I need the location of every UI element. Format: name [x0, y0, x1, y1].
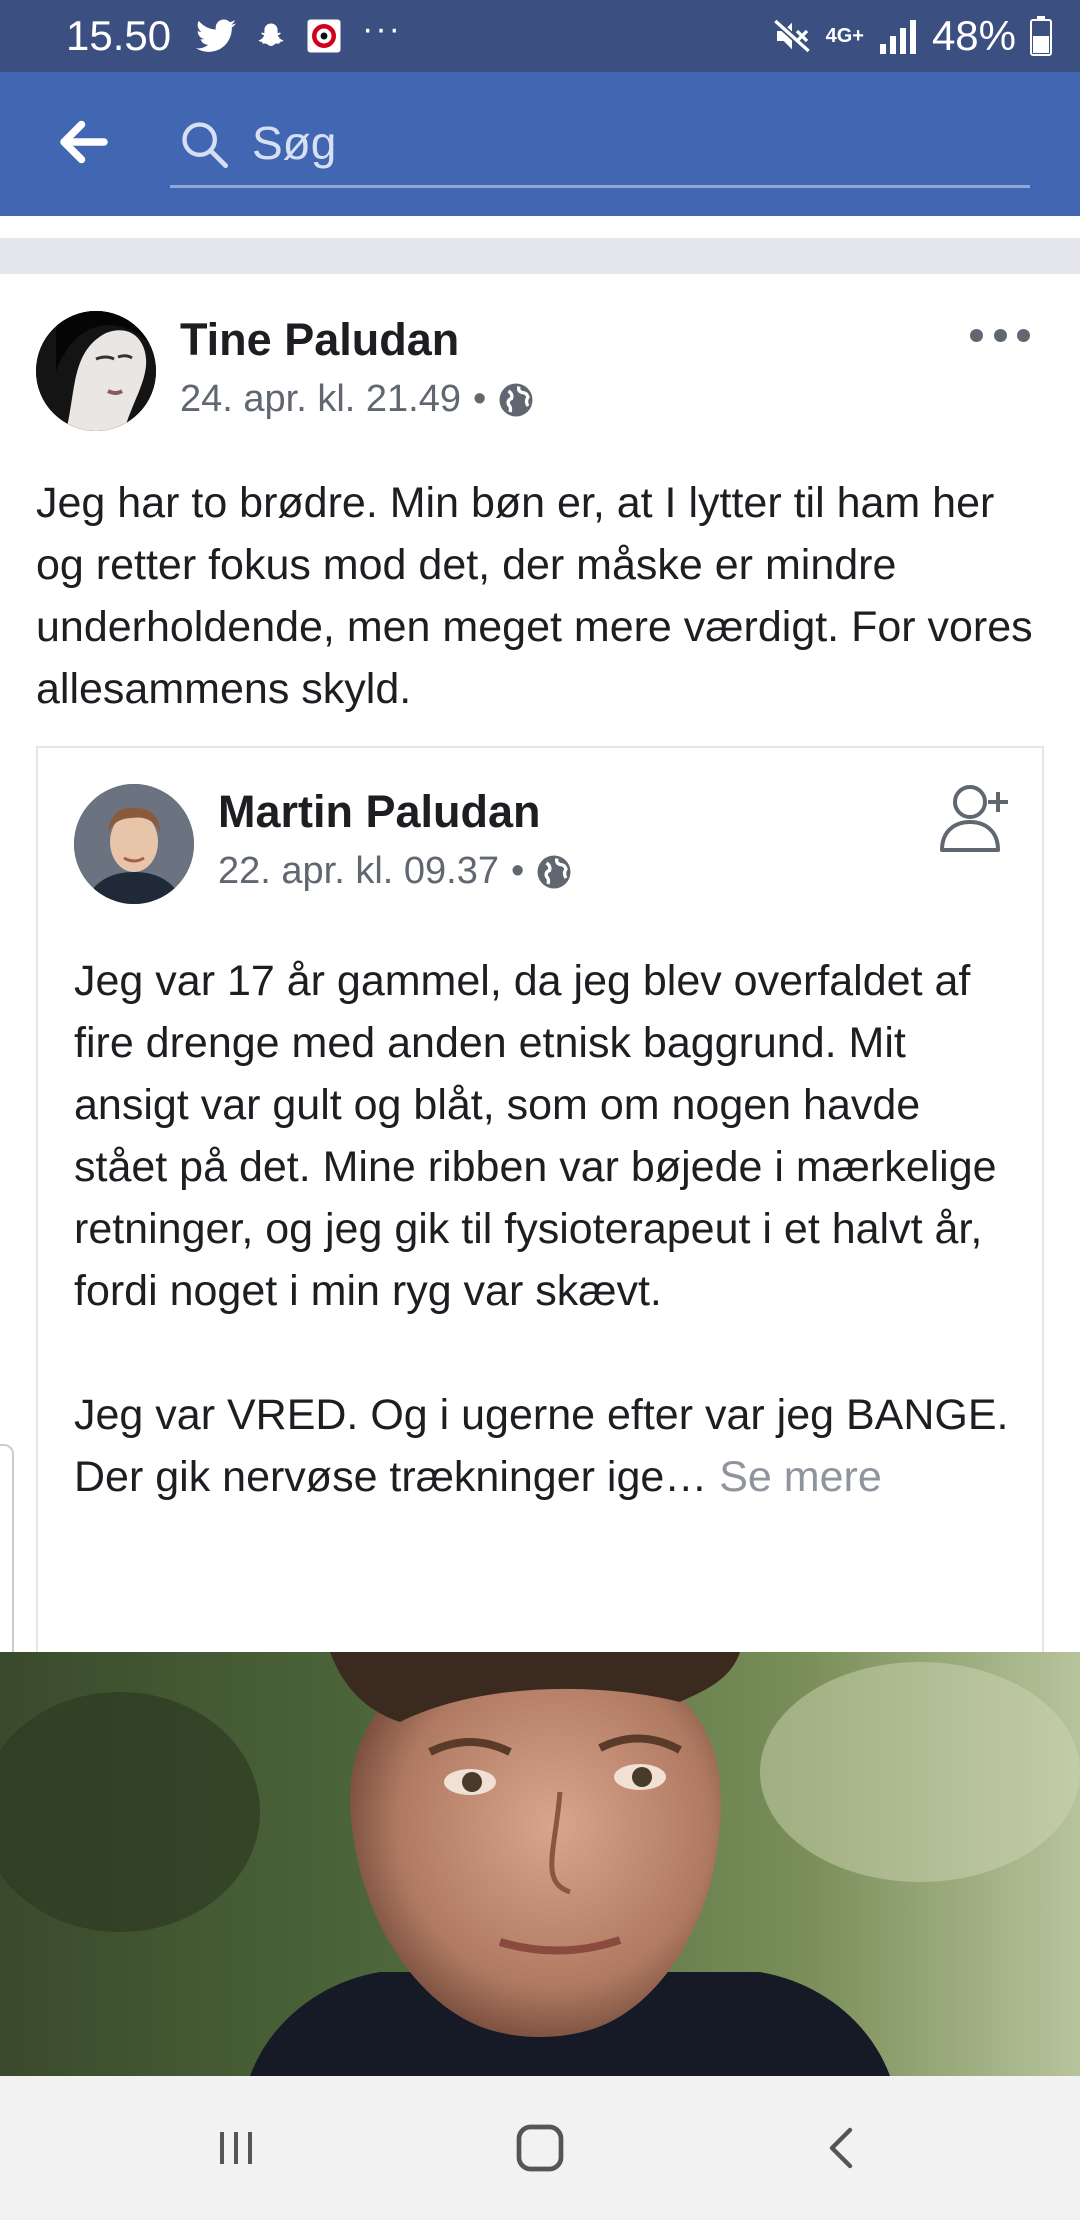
system-navigation-bar — [0, 2076, 1080, 2220]
author-avatar-image — [36, 311, 156, 431]
shared-author-name[interactable]: Martin Paludan — [218, 786, 541, 838]
globe-icon — [537, 855, 571, 888]
battery-percentage: 48% — [931, 12, 1016, 59]
post-author-name[interactable]: Tine Paludan — [180, 314, 459, 366]
more-options-icon[interactable] — [970, 320, 1030, 350]
author-avatar[interactable] — [36, 311, 156, 431]
shared-post-paragraph: Jeg var 17 år gammel, da jeg blev overfa… — [74, 957, 997, 1315]
search-input[interactable] — [252, 116, 952, 170]
recents-button[interactable] — [198, 2110, 274, 2186]
portrait-photo — [0, 1652, 1080, 2076]
mute-icon — [772, 18, 811, 54]
shared-post-paragraph: Jeg var VRED. Og i ugerne efter var jeg … — [74, 1384, 1024, 1508]
recents-icon — [220, 2132, 252, 2164]
signal-icon — [879, 20, 916, 54]
status-bar: 15.50 ··· 4G+ 48% — [0, 0, 1080, 72]
notification-icons: ··· — [196, 10, 402, 58]
feed-divider — [0, 238, 1080, 274]
network-type-label: 4G+ — [825, 25, 864, 47]
system-status-icons: 4G+ 48% — [772, 12, 1052, 60]
shared-post-text: Jeg var 17 år gammel, da jeg blev overfa… — [74, 950, 1024, 1508]
shared-post-photo[interactable] — [0, 1652, 1080, 2076]
post-meta: 24. apr. kl. 21.49 • — [180, 378, 534, 421]
back-button[interactable] — [804, 2110, 880, 2186]
shared-author-avatar[interactable] — [74, 784, 194, 904]
home-icon — [516, 2124, 564, 2172]
post-body-text: Jeg har to brødre. Min bøn er, at I lytt… — [36, 479, 1033, 713]
home-button[interactable] — [502, 2110, 578, 2186]
search-icon — [182, 122, 229, 169]
shared-author-avatar-image — [74, 784, 194, 904]
post-timestamp[interactable]: 24. apr. kl. 21.49 — [180, 378, 461, 421]
shared-post-timestamp[interactable]: 22. apr. kl. 09.37 — [218, 850, 499, 893]
globe-icon — [499, 383, 533, 416]
back-arrow-icon[interactable] — [54, 112, 114, 172]
add-friend-icon[interactable] — [936, 778, 1016, 858]
app-notification-icon — [307, 19, 341, 53]
search-header — [0, 72, 1080, 216]
shared-meta-separator: • — [510, 850, 525, 892]
more-notifications-indicator: ··· — [362, 9, 402, 48]
status-time: 15.50 — [66, 12, 172, 59]
search-field[interactable] — [170, 104, 1030, 188]
back-icon — [829, 2127, 853, 2169]
meta-separator: • — [472, 378, 487, 420]
shared-post-meta: 22. apr. kl. 09.37 • — [218, 850, 572, 893]
see-more-link[interactable]: Se mere — [719, 1453, 882, 1501]
snapchat-icon — [258, 23, 284, 46]
twitter-icon — [196, 19, 236, 52]
battery-icon — [1030, 16, 1052, 56]
shared-post-card[interactable]: Martin Paludan 22. apr. kl. 09.37 • Jeg … — [36, 746, 1044, 1656]
